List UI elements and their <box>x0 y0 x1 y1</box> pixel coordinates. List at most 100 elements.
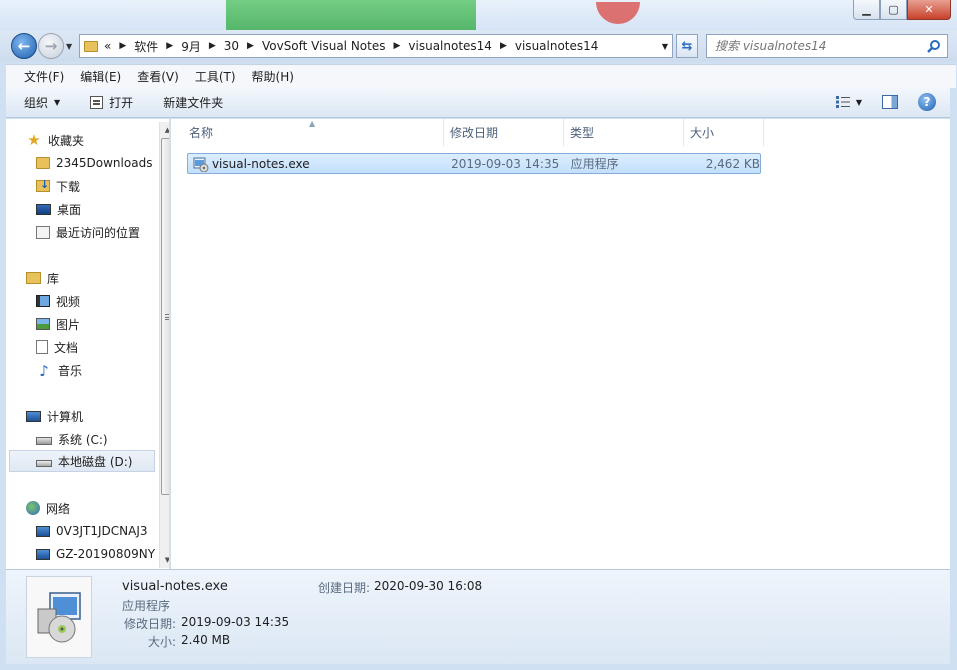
details-size-label: 大小: <box>148 635 177 649</box>
breadcrumb-separator[interactable]: ▶ <box>209 41 216 51</box>
breadcrumb-item[interactable]: VovSoft Visual Notes <box>262 39 386 53</box>
arrow-left-icon: ← <box>17 37 31 55</box>
nav-item-downloads[interactable]: 下载 <box>36 175 80 197</box>
search-input[interactable] <box>715 39 915 53</box>
nav-label: 本地磁盘 (D:) <box>58 454 133 469</box>
arrow-right-icon: → <box>44 37 58 55</box>
nav-libraries[interactable]: 库 <box>26 267 59 289</box>
new-folder-button[interactable]: 新建文件夹 <box>163 94 223 111</box>
menu-view[interactable]: 查看(V) <box>129 68 187 85</box>
preview-pane-icon[interactable] <box>882 95 898 109</box>
nav-label: 图片 <box>56 317 81 332</box>
downloads-folder-icon <box>36 178 50 192</box>
nav-item-network-pc[interactable]: GZ-20190809NY <box>36 543 155 565</box>
nav-computer[interactable]: 计算机 <box>26 405 83 427</box>
address-history-dropdown[interactable]: ▼ <box>662 42 668 51</box>
breadcrumb-separator[interactable]: ▶ <box>166 41 173 51</box>
nav-item-documents[interactable]: 文档 <box>36 336 78 358</box>
recent-pages-dropdown[interactable]: ▼ <box>66 42 72 51</box>
scroll-up-icon[interactable]: ▲ <box>160 122 169 138</box>
nav-item-drive-d[interactable]: 本地磁盘 (D:) <box>9 450 155 472</box>
scroll-down-icon[interactable]: ▼ <box>160 552 169 568</box>
file-modified: 2019-09-03 14:35 <box>451 156 560 171</box>
window-controls: ▁ ▢ ✕ <box>853 0 951 20</box>
menu-bar: 文件(F) 编辑(E) 查看(V) 工具(T) 帮助(H) <box>6 64 956 88</box>
star-icon: ★ <box>27 131 41 149</box>
details-created-value: 2020-09-30 16:08 <box>374 579 483 593</box>
menu-help[interactable]: 帮助(H) <box>244 68 302 85</box>
background-decoration <box>596 2 640 24</box>
breadcrumb-item[interactable]: 软件 <box>134 38 158 55</box>
column-size[interactable]: 大小 <box>684 119 764 146</box>
breadcrumb-item[interactable]: 30 <box>224 39 239 53</box>
nav-item-2345downloads[interactable]: 2345Downloads <box>36 152 152 174</box>
menu-file[interactable]: 文件(F) <box>16 68 72 85</box>
column-name[interactable]: 名称 ▲ <box>171 119 444 146</box>
nav-item-music[interactable]: ♪ 音乐 <box>36 359 82 381</box>
nav-item-recent-places[interactable]: 最近访问的位置 <box>36 221 140 243</box>
view-dropdown-icon[interactable]: ▼ <box>856 98 862 107</box>
navigation-scrollbar[interactable]: ▲ ▼ <box>159 122 169 568</box>
help-icon[interactable]: ? <box>918 93 936 111</box>
address-bar[interactable]: « ▶ 软件 ▶ 9月 ▶ 30 ▶ VovSoft Visual Notes … <box>79 34 673 58</box>
nav-item-pictures[interactable]: 图片 <box>36 313 80 335</box>
computer-icon <box>26 410 41 422</box>
maximize-button[interactable]: ▢ <box>880 0 907 20</box>
search-box[interactable] <box>706 34 948 58</box>
close-button[interactable]: ✕ <box>907 0 951 20</box>
column-label: 大小 <box>690 126 715 140</box>
breadcrumb-overflow[interactable]: « <box>104 39 111 53</box>
video-icon <box>36 295 50 307</box>
breadcrumb-item[interactable]: 9月 <box>181 38 201 55</box>
library-icon <box>26 272 41 284</box>
nav-label: 下载 <box>56 179 81 194</box>
breadcrumb-item[interactable]: visualnotes14 <box>515 39 599 53</box>
nav-item-videos[interactable]: 视频 <box>36 290 80 312</box>
search-icon[interactable] <box>927 39 941 53</box>
breadcrumb-separator[interactable]: ▶ <box>119 41 126 51</box>
view-options-icon[interactable] <box>836 96 850 108</box>
column-header: 名称 ▲ 修改日期 类型 大小 <box>171 119 951 146</box>
nav-label: 系统 (C:) <box>58 432 108 447</box>
command-bar: 组织 ▼ 打开 新建文件夹 ▼ ? <box>6 88 950 118</box>
forward-button[interactable]: → <box>38 33 64 59</box>
nav-label: 桌面 <box>57 202 82 217</box>
minimize-button[interactable]: ▁ <box>853 0 880 20</box>
breadcrumb-item[interactable]: visualnotes14 <box>408 39 492 53</box>
menu-tools[interactable]: 工具(T) <box>187 68 244 85</box>
desktop-icon <box>36 203 51 215</box>
nav-network[interactable]: 网络 <box>26 497 70 519</box>
file-row[interactable]: visual-notes.exe 2019-09-03 14:35 应用程序 2… <box>187 153 761 174</box>
breadcrumb-separator[interactable]: ▶ <box>247 41 254 51</box>
nav-label: 2345Downloads <box>56 156 153 170</box>
title-bar: ▁ ▢ ✕ <box>0 0 957 30</box>
file-name: visual-notes.exe <box>211 156 310 171</box>
refresh-icon: ⇆ <box>681 38 693 54</box>
system-drive-icon <box>36 437 52 445</box>
nav-label: 视频 <box>56 294 81 309</box>
nav-item-desktop[interactable]: 桌面 <box>36 198 81 220</box>
column-modified[interactable]: 修改日期 <box>444 119 564 146</box>
refresh-button[interactable]: ⇆ <box>676 34 698 58</box>
back-button[interactable]: ← <box>11 33 37 59</box>
column-label: 类型 <box>570 126 595 140</box>
organize-button[interactable]: 组织 ▼ <box>24 94 60 111</box>
scrollbar-thumb[interactable] <box>161 138 169 495</box>
file-size: 2,462 KB <box>705 156 760 171</box>
column-label: 名称 <box>189 126 214 140</box>
breadcrumb-separator[interactable]: ▶ <box>500 41 507 51</box>
grip-icon <box>165 314 169 320</box>
column-type[interactable]: 类型 <box>564 119 684 146</box>
open-label: 打开 <box>109 96 134 110</box>
close-icon: ✕ <box>924 3 934 16</box>
menu-edit[interactable]: 编辑(E) <box>72 68 129 85</box>
navigation-pane: ★ 收藏夹 2345Downloads 下载 桌面 最近访问的位置 库 视频 图… <box>6 119 169 569</box>
nav-favorites[interactable]: ★ 收藏夹 <box>26 129 84 151</box>
breadcrumb-separator[interactable]: ▶ <box>393 41 400 51</box>
nav-item-network-pc[interactable]: 0V3JT1JDCNAJ3 <box>36 520 148 542</box>
background-banner <box>226 0 476 30</box>
nav-item-drive-c[interactable]: 系统 (C:) <box>36 428 108 450</box>
hard-drive-icon <box>36 459 52 467</box>
open-button[interactable]: 打开 <box>90 94 133 111</box>
nav-label: 最近访问的位置 <box>56 225 141 240</box>
